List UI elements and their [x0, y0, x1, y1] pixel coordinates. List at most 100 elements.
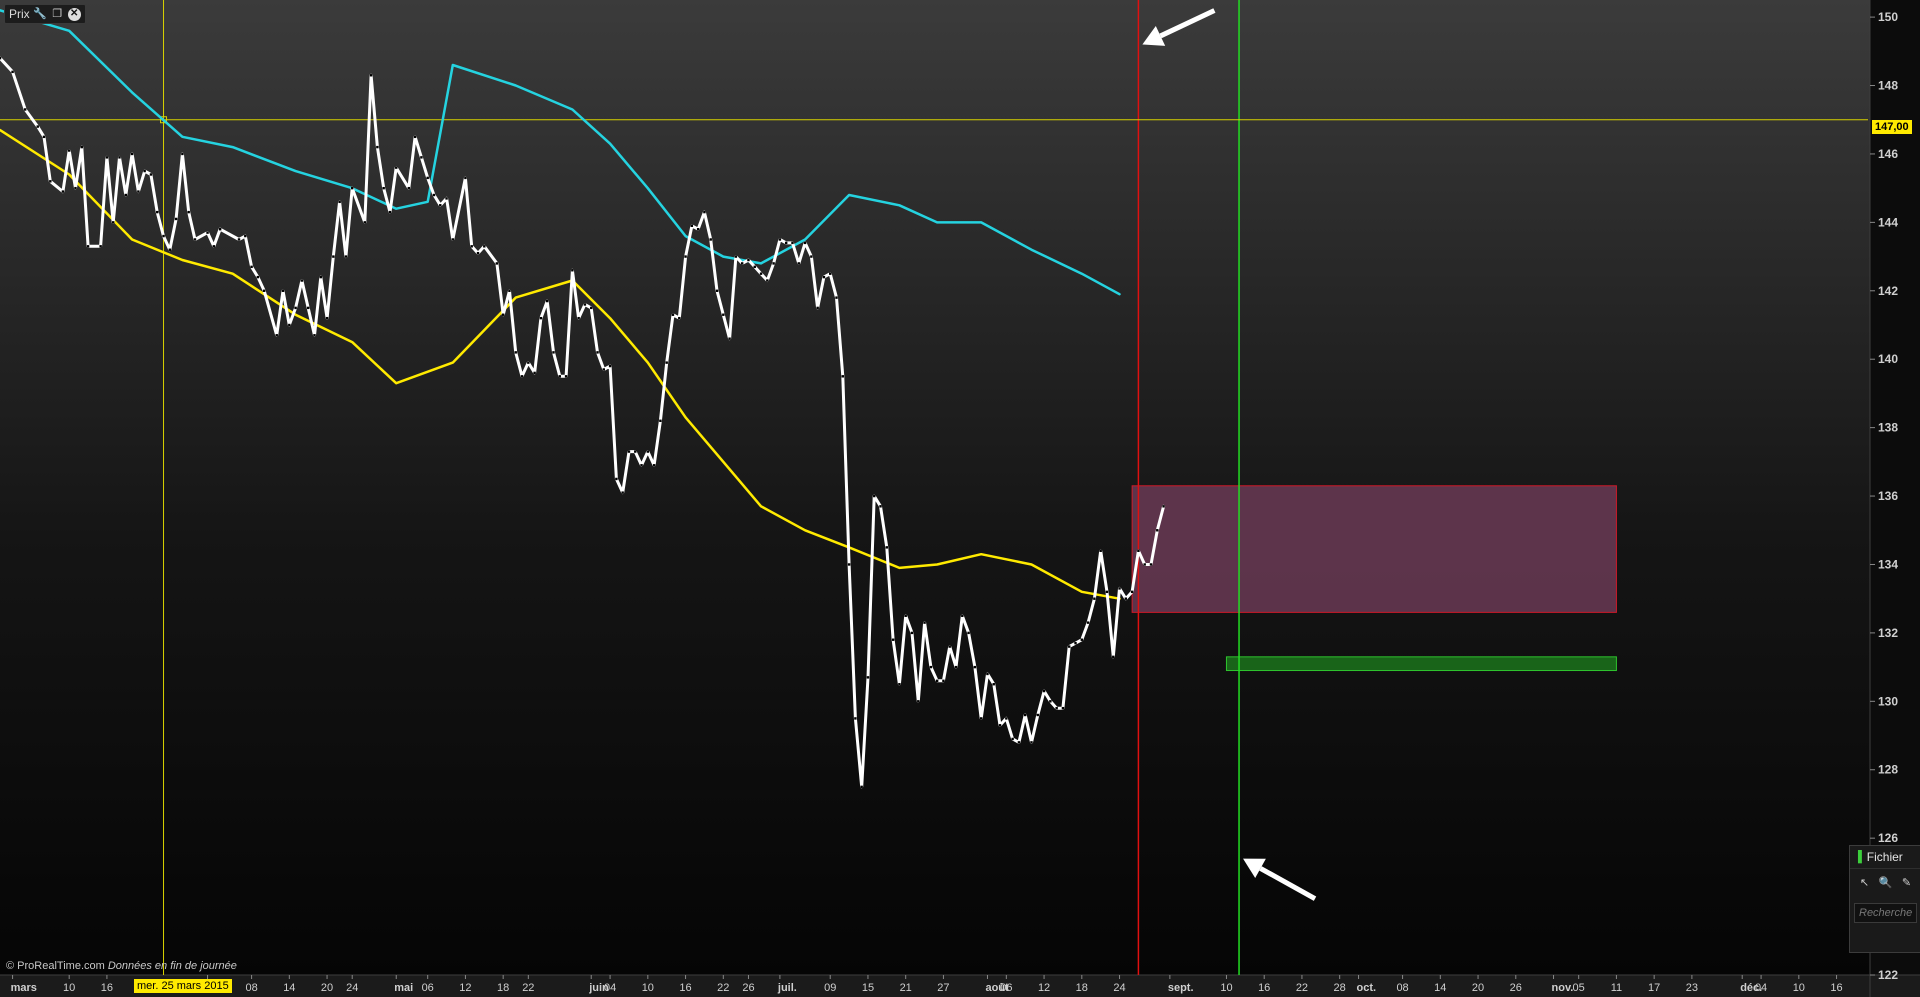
y-tick-label: 146 — [1878, 147, 1898, 161]
price-point — [432, 193, 436, 197]
price-point — [288, 323, 291, 327]
price-point — [42, 135, 46, 139]
x-tick-label: 08 — [1396, 982, 1408, 994]
price-point — [835, 296, 838, 299]
price-point — [1017, 741, 1021, 744]
price-point — [325, 316, 329, 320]
x-tick-label: 10 — [1220, 982, 1232, 994]
x-tick-label: 12 — [459, 982, 471, 994]
x-tick-label: 10 — [1793, 982, 1805, 994]
price-point — [577, 316, 580, 320]
file-menu-label: Fichier — [1866, 850, 1903, 864]
y-tick-label: 132 — [1878, 626, 1898, 640]
window-titlebar[interactable]: Prix 🔧 ❐ ✕ — [4, 4, 86, 24]
price-point — [816, 306, 819, 310]
price-point — [451, 238, 455, 241]
window-title: Prix — [9, 7, 30, 21]
price-point — [590, 306, 593, 310]
mini-toolbar-panel[interactable]: ▐ Fichier ↖ 🔍 ✎ Recherche — [1849, 845, 1920, 953]
x-tick-label: 09 — [824, 982, 836, 994]
price-point — [854, 717, 857, 720]
price-point — [1005, 717, 1008, 720]
price-point — [156, 210, 159, 214]
price-point — [1030, 741, 1033, 744]
y-tick-label: 144 — [1878, 215, 1898, 229]
y-tick-label: 126 — [1878, 831, 1898, 845]
x-tick-label: 12 — [1038, 982, 1050, 994]
price-point — [1061, 706, 1065, 710]
x-tick-label: 08 — [245, 982, 257, 994]
y-tick-label: 140 — [1878, 352, 1898, 366]
wrench-icon[interactable]: 🔧 — [33, 8, 47, 21]
price-point — [118, 156, 121, 159]
price-point — [602, 368, 605, 371]
x-tick-label: 14 — [283, 982, 295, 994]
price-point — [665, 361, 668, 364]
price-point — [319, 275, 322, 279]
price-point — [174, 217, 178, 221]
y-tick-label: 128 — [1878, 763, 1898, 777]
price-point — [162, 234, 165, 238]
price-point — [722, 313, 725, 316]
price-point — [1130, 590, 1134, 594]
x-tick-label: 18 — [497, 982, 509, 994]
x-tick-label: 20 — [1472, 982, 1484, 994]
price-point — [564, 375, 568, 378]
price-point — [1049, 700, 1052, 703]
price-point — [86, 245, 90, 248]
price-point — [369, 74, 373, 77]
price-point — [23, 108, 27, 111]
x-tick-label: 04 — [604, 982, 616, 994]
restore-icon[interactable]: ❐ — [51, 8, 64, 21]
search-input[interactable]: Recherche — [1854, 903, 1917, 923]
x-tick-label: 14 — [1434, 982, 1446, 994]
price-point — [187, 210, 190, 214]
pencil-icon[interactable]: ✎ — [1900, 877, 1913, 890]
cursor-price-label: 147,00 — [1872, 120, 1912, 134]
price-point — [501, 313, 505, 316]
price-point — [753, 265, 756, 269]
x-tick-label: 22 — [717, 982, 729, 994]
price-point — [61, 190, 65, 193]
price-point — [652, 464, 656, 467]
price-point — [464, 176, 467, 180]
price-point — [281, 289, 285, 292]
x-tick-label: 24 — [346, 982, 358, 994]
price-point — [124, 193, 127, 197]
copyright-footer: © ProRealTime.com Données en fin de jour… — [6, 960, 237, 972]
price-point — [407, 186, 411, 190]
y-tick-label: 136 — [1878, 489, 1898, 503]
close-icon[interactable]: ✕ — [67, 7, 81, 21]
price-point — [847, 563, 851, 566]
data-note: Données en fin de journée — [107, 960, 237, 972]
price-point — [709, 238, 712, 241]
price-point — [382, 186, 385, 190]
price-point — [445, 197, 448, 200]
price-point — [822, 275, 826, 279]
x-tick-label: 22 — [522, 982, 534, 994]
price-point — [583, 303, 587, 306]
price-point — [1162, 505, 1165, 508]
price-point — [483, 245, 486, 248]
price-point — [885, 546, 889, 549]
x-tick-label: 28 — [1334, 982, 1346, 994]
price-point — [36, 125, 39, 128]
price-point — [671, 313, 675, 316]
price-point — [784, 241, 788, 245]
x-tick-label: mai — [394, 982, 413, 994]
price-point — [351, 186, 354, 190]
price-point — [948, 645, 951, 648]
price-point — [1118, 587, 1121, 590]
price-point — [627, 450, 631, 453]
pointer-icon[interactable]: ↖ — [1858, 877, 1871, 890]
price-point — [168, 248, 172, 251]
x-tick-label: 22 — [1296, 982, 1308, 994]
price-point — [973, 665, 977, 669]
price-point — [0, 56, 2, 60]
price-point — [11, 70, 14, 74]
file-menu[interactable]: ▐ Fichier — [1850, 846, 1920, 869]
price-point — [193, 238, 197, 241]
zoom-icon[interactable]: 🔍 — [1879, 877, 1893, 890]
price-point — [1124, 597, 1128, 600]
price-point — [218, 228, 222, 231]
